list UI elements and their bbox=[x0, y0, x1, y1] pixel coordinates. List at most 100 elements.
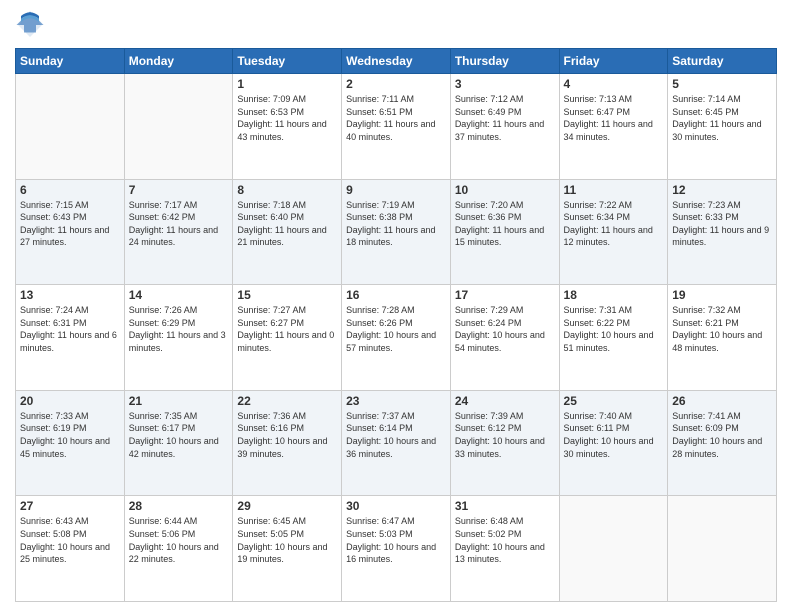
calendar-cell: 5 Sunrise: 7:14 AM Sunset: 6:45 PM Daylig… bbox=[668, 74, 777, 180]
weekday-header-saturday: Saturday bbox=[668, 49, 777, 74]
weekday-header-friday: Friday bbox=[559, 49, 668, 74]
calendar-cell: 20Sunrise: 7:33 AM Sunset: 6:19 PM Dayli… bbox=[16, 390, 125, 496]
day-number: 27 bbox=[20, 499, 120, 513]
weekday-header-row: SundayMondayTuesdayWednesdayThursdayFrid… bbox=[16, 49, 777, 74]
cell-details: Sunrise: 7:27 AM Sunset: 6:27 PM Dayligh… bbox=[237, 304, 337, 354]
day-number: 6 bbox=[20, 183, 120, 197]
calendar-cell: 28 Sunrise: 6:44 AM Sunset: 5:06 PM Dayli… bbox=[124, 496, 233, 602]
day-number: 1 bbox=[237, 77, 337, 91]
calendar-cell: 16Sunrise: 7:28 AM Sunset: 6:26 PM Dayli… bbox=[342, 285, 451, 391]
calendar-week-row: 6Sunrise: 7:15 AM Sunset: 6:43 PM Daylig… bbox=[16, 179, 777, 285]
day-number: 26 bbox=[672, 394, 772, 408]
cell-details: Sunrise: 7:09 AM Sunset: 6:53 PM Dayligh… bbox=[237, 93, 337, 143]
cell-details: Sunrise: 7:13 AM Sunset: 6:47 PM Dayligh… bbox=[564, 93, 664, 143]
day-number: 18 bbox=[564, 288, 664, 302]
weekday-header-tuesday: Tuesday bbox=[233, 49, 342, 74]
day-number: 11 bbox=[564, 183, 664, 197]
cell-details: Sunrise: 6:45 AM Sunset: 5:05 PM Dayligh… bbox=[237, 515, 337, 565]
calendar-cell: 15 Sunrise: 7:27 AM Sunset: 6:27 PM Dayli… bbox=[233, 285, 342, 391]
cell-details: Sunrise: 7:20 AM Sunset: 6:36 PM Dayligh… bbox=[455, 199, 555, 249]
day-number: 16 bbox=[346, 288, 446, 302]
calendar-cell: 21 Sunrise: 7:35 AM Sunset: 6:17 PM Dayli… bbox=[124, 390, 233, 496]
calendar-cell: 4 Sunrise: 7:13 AM Sunset: 6:47 PM Daylig… bbox=[559, 74, 668, 180]
day-number: 29 bbox=[237, 499, 337, 513]
day-number: 10 bbox=[455, 183, 555, 197]
day-number: 15 bbox=[237, 288, 337, 302]
calendar-cell: 8 Sunrise: 7:18 AM Sunset: 6:40 PM Daylig… bbox=[233, 179, 342, 285]
calendar-cell bbox=[559, 496, 668, 602]
calendar-cell: 26 Sunrise: 7:41 AM Sunset: 6:09 PM Dayli… bbox=[668, 390, 777, 496]
day-number: 17 bbox=[455, 288, 555, 302]
cell-details: Sunrise: 6:48 AM Sunset: 5:02 PM Dayligh… bbox=[455, 515, 555, 565]
cell-details: Sunrise: 6:44 AM Sunset: 5:06 PM Dayligh… bbox=[129, 515, 229, 565]
cell-details: Sunrise: 7:22 AM Sunset: 6:34 PM Dayligh… bbox=[564, 199, 664, 249]
calendar-week-row: 13Sunrise: 7:24 AM Sunset: 6:31 PM Dayli… bbox=[16, 285, 777, 391]
day-number: 7 bbox=[129, 183, 229, 197]
calendar-week-row: 1 Sunrise: 7:09 AM Sunset: 6:53 PM Daylig… bbox=[16, 74, 777, 180]
calendar-cell: 18 Sunrise: 7:31 AM Sunset: 6:22 PM Dayli… bbox=[559, 285, 668, 391]
calendar-cell: 2Sunrise: 7:11 AM Sunset: 6:51 PM Daylig… bbox=[342, 74, 451, 180]
weekday-header-thursday: Thursday bbox=[450, 49, 559, 74]
calendar-cell: 7 Sunrise: 7:17 AM Sunset: 6:42 PM Daylig… bbox=[124, 179, 233, 285]
calendar-cell: 12Sunrise: 7:23 AM Sunset: 6:33 PM Dayli… bbox=[668, 179, 777, 285]
cell-details: Sunrise: 7:24 AM Sunset: 6:31 PM Dayligh… bbox=[20, 304, 120, 354]
calendar-cell: 14 Sunrise: 7:26 AM Sunset: 6:29 PM Dayli… bbox=[124, 285, 233, 391]
cell-details: Sunrise: 7:31 AM Sunset: 6:22 PM Dayligh… bbox=[564, 304, 664, 354]
cell-details: Sunrise: 7:39 AM Sunset: 6:12 PM Dayligh… bbox=[455, 410, 555, 460]
calendar-cell: 23 Sunrise: 7:37 AM Sunset: 6:14 PM Dayli… bbox=[342, 390, 451, 496]
cell-details: Sunrise: 7:17 AM Sunset: 6:42 PM Dayligh… bbox=[129, 199, 229, 249]
cell-details: Sunrise: 7:23 AM Sunset: 6:33 PM Dayligh… bbox=[672, 199, 772, 249]
calendar-cell: 3 Sunrise: 7:12 AM Sunset: 6:49 PM Daylig… bbox=[450, 74, 559, 180]
cell-details: Sunrise: 7:18 AM Sunset: 6:40 PM Dayligh… bbox=[237, 199, 337, 249]
calendar-cell: 22Sunrise: 7:36 AM Sunset: 6:16 PM Dayli… bbox=[233, 390, 342, 496]
day-number: 22 bbox=[237, 394, 337, 408]
calendar-cell bbox=[124, 74, 233, 180]
page: SundayMondayTuesdayWednesdayThursdayFrid… bbox=[0, 0, 792, 612]
logo bbox=[15, 10, 49, 40]
cell-details: Sunrise: 7:26 AM Sunset: 6:29 PM Dayligh… bbox=[129, 304, 229, 354]
calendar-cell: 6Sunrise: 7:15 AM Sunset: 6:43 PM Daylig… bbox=[16, 179, 125, 285]
calendar-cell: 31 Sunrise: 6:48 AM Sunset: 5:02 PM Dayli… bbox=[450, 496, 559, 602]
calendar-cell: 9Sunrise: 7:19 AM Sunset: 6:38 PM Daylig… bbox=[342, 179, 451, 285]
calendar-cell: 1 Sunrise: 7:09 AM Sunset: 6:53 PM Daylig… bbox=[233, 74, 342, 180]
day-number: 24 bbox=[455, 394, 555, 408]
calendar-week-row: 27 Sunrise: 6:43 AM Sunset: 5:08 PM Dayli… bbox=[16, 496, 777, 602]
day-number: 4 bbox=[564, 77, 664, 91]
cell-details: Sunrise: 6:47 AM Sunset: 5:03 PM Dayligh… bbox=[346, 515, 446, 565]
calendar-cell: 13Sunrise: 7:24 AM Sunset: 6:31 PM Dayli… bbox=[16, 285, 125, 391]
day-number: 19 bbox=[672, 288, 772, 302]
cell-details: Sunrise: 7:32 AM Sunset: 6:21 PM Dayligh… bbox=[672, 304, 772, 354]
day-number: 25 bbox=[564, 394, 664, 408]
calendar-cell: 30 Sunrise: 6:47 AM Sunset: 5:03 PM Dayli… bbox=[342, 496, 451, 602]
calendar-cell: 19 Sunrise: 7:32 AM Sunset: 6:21 PM Dayli… bbox=[668, 285, 777, 391]
day-number: 8 bbox=[237, 183, 337, 197]
cell-details: Sunrise: 6:43 AM Sunset: 5:08 PM Dayligh… bbox=[20, 515, 120, 565]
day-number: 5 bbox=[672, 77, 772, 91]
day-number: 23 bbox=[346, 394, 446, 408]
cell-details: Sunrise: 7:33 AM Sunset: 6:19 PM Dayligh… bbox=[20, 410, 120, 460]
day-number: 28 bbox=[129, 499, 229, 513]
calendar-cell: 29 Sunrise: 6:45 AM Sunset: 5:05 PM Dayli… bbox=[233, 496, 342, 602]
day-number: 14 bbox=[129, 288, 229, 302]
cell-details: Sunrise: 7:40 AM Sunset: 6:11 PM Dayligh… bbox=[564, 410, 664, 460]
day-number: 31 bbox=[455, 499, 555, 513]
calendar-cell bbox=[16, 74, 125, 180]
calendar-cell: 24 Sunrise: 7:39 AM Sunset: 6:12 PM Dayli… bbox=[450, 390, 559, 496]
day-number: 30 bbox=[346, 499, 446, 513]
cell-details: Sunrise: 7:29 AM Sunset: 6:24 PM Dayligh… bbox=[455, 304, 555, 354]
cell-details: Sunrise: 7:35 AM Sunset: 6:17 PM Dayligh… bbox=[129, 410, 229, 460]
weekday-header-wednesday: Wednesday bbox=[342, 49, 451, 74]
cell-details: Sunrise: 7:37 AM Sunset: 6:14 PM Dayligh… bbox=[346, 410, 446, 460]
cell-details: Sunrise: 7:11 AM Sunset: 6:51 PM Dayligh… bbox=[346, 93, 446, 143]
cell-details: Sunrise: 7:41 AM Sunset: 6:09 PM Dayligh… bbox=[672, 410, 772, 460]
calendar-cell bbox=[668, 496, 777, 602]
cell-details: Sunrise: 7:19 AM Sunset: 6:38 PM Dayligh… bbox=[346, 199, 446, 249]
weekday-header-sunday: Sunday bbox=[16, 49, 125, 74]
calendar-cell: 25 Sunrise: 7:40 AM Sunset: 6:11 PM Dayli… bbox=[559, 390, 668, 496]
cell-details: Sunrise: 7:14 AM Sunset: 6:45 PM Dayligh… bbox=[672, 93, 772, 143]
cell-details: Sunrise: 7:12 AM Sunset: 6:49 PM Dayligh… bbox=[455, 93, 555, 143]
weekday-header-monday: Monday bbox=[124, 49, 233, 74]
day-number: 3 bbox=[455, 77, 555, 91]
day-number: 21 bbox=[129, 394, 229, 408]
calendar-cell: 11 Sunrise: 7:22 AM Sunset: 6:34 PM Dayli… bbox=[559, 179, 668, 285]
